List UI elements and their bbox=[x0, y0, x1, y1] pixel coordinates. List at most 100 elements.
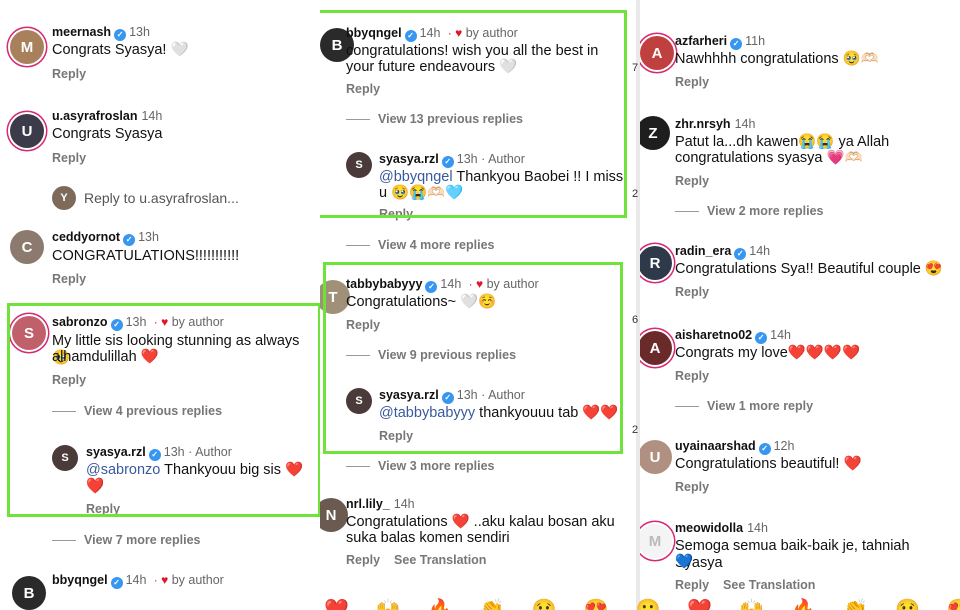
reply-button[interactable]: Reply bbox=[52, 67, 86, 81]
liked-by-author-label: by author bbox=[486, 277, 539, 291]
see-translation-button[interactable]: See Translation bbox=[394, 553, 486, 567]
avatar[interactable]: C bbox=[10, 230, 44, 264]
emoji-button[interactable]: ❤️ bbox=[324, 596, 349, 610]
view-previous-replies[interactable]: View 9 previous replies bbox=[346, 348, 516, 362]
comment-header: nrl.lily_ 14h bbox=[346, 496, 415, 512]
reply-button[interactable]: Reply bbox=[52, 373, 86, 387]
author-label: Author bbox=[488, 388, 525, 402]
avatar[interactable]: M bbox=[640, 524, 672, 558]
emoji-button[interactable]: 🙌 bbox=[739, 596, 764, 610]
avatar[interactable]: S bbox=[12, 316, 46, 350]
emoji-button[interactable]: 🙌 bbox=[376, 596, 401, 610]
avatar[interactable]: N bbox=[320, 498, 348, 532]
timestamp: 13h bbox=[138, 230, 159, 244]
author-liked-heart-icon: · ♥ bbox=[465, 277, 484, 291]
view-replies-label: View 13 previous replies bbox=[378, 112, 523, 126]
mention-link[interactable]: @bbyqngel bbox=[379, 169, 453, 185]
emoji-button[interactable]: 😢 bbox=[532, 596, 557, 610]
reply-button[interactable]: Reply bbox=[675, 75, 709, 89]
username[interactable]: radin_era bbox=[675, 244, 731, 258]
comment-text: Congrats Syasya bbox=[52, 126, 163, 142]
reply-button[interactable]: Reply bbox=[346, 553, 380, 567]
verified-icon: ✓ bbox=[404, 30, 417, 42]
timestamp: 13h bbox=[129, 25, 150, 39]
username[interactable]: meowidolla bbox=[675, 521, 743, 535]
reply-button[interactable]: Reply bbox=[86, 502, 120, 516]
username[interactable]: bbyqngel bbox=[346, 26, 402, 40]
view-more-replies[interactable]: View 1 more reply bbox=[675, 399, 813, 413]
avatar[interactable]: A bbox=[640, 331, 672, 365]
emoji-button[interactable]: 🔥 bbox=[791, 596, 816, 610]
view-more-replies[interactable]: View 2 more replies bbox=[675, 204, 824, 218]
view-replies-label: View 2 more replies bbox=[707, 204, 824, 218]
username[interactable]: zhr.nrsyh bbox=[675, 117, 731, 131]
comments-column-1: M meernash ✓ 13h Congrats Syasya! 🤍 Reply … bbox=[0, 0, 320, 610]
avatar[interactable]: S bbox=[52, 445, 78, 471]
see-translation-button[interactable]: See Translation bbox=[723, 578, 815, 592]
username[interactable]: syasya.rzl bbox=[379, 152, 439, 166]
comment-header: meowidolla 14h bbox=[675, 520, 768, 536]
view-previous-replies[interactable]: View 13 previous replies bbox=[346, 112, 523, 126]
username[interactable]: aisharetno02 bbox=[675, 328, 752, 342]
username[interactable]: syasya.rzl bbox=[86, 445, 146, 459]
username[interactable]: tabbybabyyy bbox=[346, 277, 422, 291]
view-more-replies[interactable]: View 4 more replies bbox=[346, 238, 495, 252]
reply-header: syasya.rzl ✓ 13h · Author bbox=[379, 387, 525, 404]
avatar[interactable]: Z bbox=[640, 116, 670, 150]
emoji-button[interactable]: 😍 bbox=[584, 596, 609, 610]
timestamp: 12h bbox=[773, 439, 795, 453]
view-more-replies[interactable]: View 3 more replies bbox=[346, 459, 495, 473]
reply-to-input[interactable]: Reply to u.asyrafroslan... bbox=[84, 190, 239, 206]
emoji-button[interactable]: 👏 bbox=[480, 596, 505, 610]
avatar[interactable]: B bbox=[12, 576, 46, 610]
separator: · bbox=[477, 152, 489, 166]
emoji-button[interactable]: ❤️ bbox=[687, 596, 712, 610]
avatar[interactable]: S bbox=[346, 152, 372, 178]
emoji-button[interactable]: 😮 bbox=[635, 596, 660, 610]
username[interactable]: azfarheri bbox=[675, 34, 727, 48]
avatar[interactable]: S bbox=[346, 388, 372, 414]
reply-button[interactable]: Reply bbox=[346, 318, 380, 332]
username[interactable]: ceddyornot bbox=[52, 230, 120, 244]
mention-link[interactable]: @tabbybabyyy bbox=[379, 405, 475, 421]
username[interactable]: nrl.lily_ bbox=[346, 497, 390, 511]
comment-text-line2: suka balas komen sendiri bbox=[346, 530, 510, 546]
reply-text: @tabbybabyyy thankyouuu tab ❤️❤️ bbox=[379, 405, 618, 422]
emoji-button[interactable]: 😢 bbox=[895, 596, 920, 610]
timestamp: 14h bbox=[141, 109, 163, 123]
reply-button[interactable]: Reply bbox=[675, 480, 709, 494]
avatar[interactable]: A bbox=[640, 36, 674, 70]
reply-button[interactable]: Reply bbox=[52, 151, 86, 165]
username[interactable]: u.asyrafroslan bbox=[52, 109, 137, 123]
avatar[interactable]: R bbox=[640, 246, 672, 280]
username[interactable]: sabronzo bbox=[52, 315, 108, 329]
username[interactable]: syasya.rzl bbox=[379, 388, 439, 402]
reply-button[interactable]: Reply bbox=[675, 174, 709, 188]
comment-header: bbyqngel ✓ 14h · ♥ by author bbox=[346, 25, 518, 42]
avatar[interactable]: M bbox=[10, 30, 44, 64]
reply-button[interactable]: Reply bbox=[675, 369, 709, 383]
view-more-replies[interactable]: View 7 more replies bbox=[52, 533, 201, 547]
reply-button[interactable]: Reply bbox=[346, 82, 380, 96]
emoji-button[interactable]: 👏 bbox=[843, 596, 868, 610]
username[interactable]: bbyqngel bbox=[52, 573, 108, 587]
divider bbox=[675, 211, 699, 213]
reply-button[interactable]: Reply bbox=[379, 207, 413, 221]
avatar[interactable]: U bbox=[10, 114, 44, 148]
view-previous-replies[interactable]: View 4 previous replies bbox=[52, 404, 222, 418]
author-label: Author bbox=[488, 152, 525, 166]
reply-button[interactable]: Reply bbox=[675, 578, 709, 592]
timestamp: 13h bbox=[456, 152, 478, 166]
reply-button[interactable]: Reply bbox=[379, 429, 413, 443]
reply-button[interactable]: Reply bbox=[675, 285, 709, 299]
username[interactable]: uyainaarshad bbox=[675, 439, 756, 453]
emoji-button[interactable]: 😍 bbox=[947, 596, 960, 610]
avatar[interactable]: U bbox=[640, 440, 672, 474]
comment-header: ceddyornot ✓ 13h bbox=[52, 229, 159, 246]
comment-header: radin_era ✓ 14h bbox=[675, 243, 770, 260]
comment-header: tabbybabyyy ✓ 14h · ♥ by author bbox=[346, 276, 539, 293]
reply-button[interactable]: Reply bbox=[52, 272, 86, 286]
username[interactable]: meernash bbox=[52, 25, 111, 39]
mention-link[interactable]: @sabronzo bbox=[86, 462, 160, 478]
emoji-button[interactable]: 🔥 bbox=[428, 596, 453, 610]
